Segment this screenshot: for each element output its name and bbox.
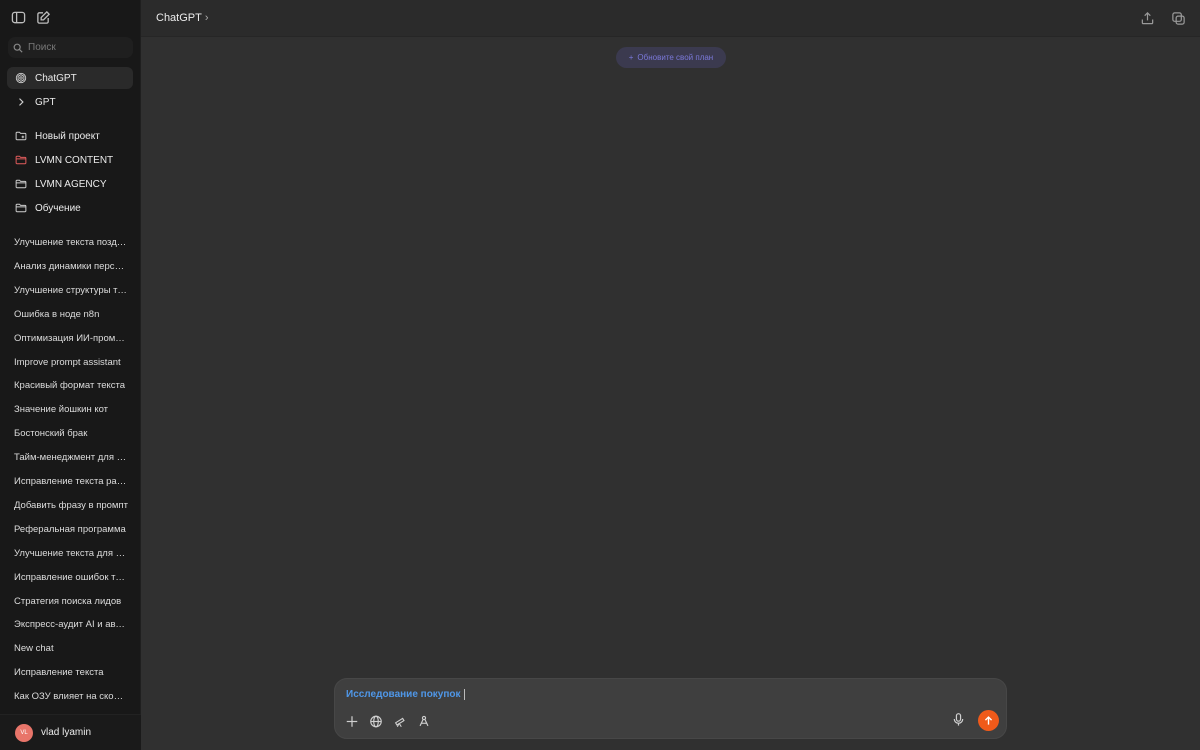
composer-tool-chip[interactable]: Исследование покупок bbox=[346, 689, 461, 700]
chat-history-item[interactable]: Оптимизация ИИ-промпта bbox=[14, 332, 128, 345]
chat-history-item[interactable]: Улучшение структуры текста bbox=[14, 284, 128, 297]
chevron-right-icon: › bbox=[204, 12, 209, 24]
chat-history-item[interactable]: Бостонский брак bbox=[14, 427, 128, 440]
folder-icon bbox=[14, 202, 27, 215]
share-icon[interactable] bbox=[1139, 10, 1155, 26]
composer-tools bbox=[345, 714, 431, 728]
composer-input[interactable]: Исследование покупок bbox=[346, 689, 465, 700]
chat-history-item[interactable]: Improve prompt assistant bbox=[14, 356, 128, 369]
temporary-chat-icon[interactable] bbox=[1170, 10, 1186, 26]
project-label: Новый проект bbox=[35, 130, 100, 142]
chat-history-item[interactable]: Улучшение текста поздравления bbox=[14, 236, 128, 249]
message-composer[interactable]: Исследование покупок bbox=[334, 678, 1007, 739]
chevron-right-icon bbox=[14, 96, 27, 109]
chat-history-item[interactable]: Стратегия поиска лидов bbox=[14, 595, 128, 608]
folder-icon bbox=[14, 178, 27, 191]
sidebar-top-bar bbox=[0, 0, 140, 34]
toggle-sidebar-icon[interactable] bbox=[10, 9, 26, 25]
model-name: ChatGPT bbox=[156, 12, 202, 24]
chat-history-item[interactable]: Красивый формат текста bbox=[14, 379, 128, 392]
new-chat-icon[interactable] bbox=[35, 9, 51, 25]
project-lvmn-content[interactable]: LVMN CONTENT bbox=[7, 149, 133, 171]
project-lvmn-agency[interactable]: LVMN AGENCY bbox=[7, 173, 133, 195]
plus-icon: + bbox=[628, 53, 634, 62]
avatar: VL bbox=[15, 723, 33, 742]
tools-icon[interactable] bbox=[417, 714, 431, 728]
openai-logo-icon bbox=[14, 72, 27, 85]
chat-history-item[interactable]: Исправление текста рассылки bbox=[14, 475, 128, 488]
chat-history-item[interactable]: Реферальная программа bbox=[14, 523, 128, 536]
project-label: Обучение bbox=[35, 202, 81, 214]
globe-icon[interactable] bbox=[369, 714, 383, 728]
telescope-icon[interactable] bbox=[393, 714, 407, 728]
folder-plus-icon bbox=[14, 130, 27, 143]
sidebar-item-label: GPT bbox=[35, 96, 56, 108]
header-actions bbox=[1139, 10, 1186, 26]
top-header: ChatGPT › bbox=[141, 0, 1200, 37]
arrow-up-icon bbox=[984, 716, 993, 725]
search-box[interactable] bbox=[8, 37, 133, 58]
chat-history-item[interactable]: Исправление текста bbox=[14, 666, 128, 679]
chat-history-item[interactable]: Исправление ошибок текста bbox=[14, 571, 128, 584]
sidebar: ChatGPT GPT Новый проект LVMN CONTENT LV… bbox=[0, 0, 141, 750]
project-new[interactable]: Новый проект bbox=[7, 125, 133, 147]
sidebar-item-chatgpt[interactable]: ChatGPT bbox=[7, 67, 133, 89]
send-button[interactable] bbox=[978, 710, 999, 731]
chat-history-item[interactable]: Значение йошкин кот bbox=[14, 403, 128, 416]
search-input[interactable] bbox=[28, 42, 128, 53]
plus-icon[interactable] bbox=[345, 714, 359, 728]
upgrade-plan-button[interactable]: + Обновите свой план bbox=[616, 47, 726, 68]
project-label: LVMN CONTENT bbox=[35, 154, 114, 166]
folder-icon bbox=[14, 154, 27, 167]
chat-history-item[interactable]: Улучшение текста для поста bbox=[14, 547, 128, 560]
chat-history-item[interactable]: New chat bbox=[14, 642, 128, 655]
sidebar-item-label: ChatGPT bbox=[35, 72, 77, 84]
chat-history-item[interactable]: Добавить фразу в промпт bbox=[14, 499, 128, 512]
upgrade-label: Обновите свой план bbox=[637, 53, 714, 62]
sidebar-item-gpt[interactable]: GPT bbox=[7, 91, 133, 113]
project-obuchenie[interactable]: Обучение bbox=[7, 197, 133, 219]
user-name: vlad lyamin bbox=[41, 727, 92, 738]
chat-history-item[interactable]: Анализ динамики персонала bbox=[14, 260, 128, 273]
user-account[interactable]: VL vlad lyamin bbox=[0, 714, 141, 750]
project-label: LVMN AGENCY bbox=[35, 178, 107, 190]
chat-history-item[interactable]: Экспресс-аудит AI и автоматизации bbox=[14, 618, 128, 631]
text-caret bbox=[463, 689, 465, 700]
model-selector[interactable]: ChatGPT › bbox=[156, 12, 209, 24]
search-icon bbox=[13, 43, 23, 53]
chat-history-item[interactable]: Ошибка в ноде n8n bbox=[14, 308, 128, 321]
microphone-icon[interactable] bbox=[950, 711, 966, 727]
chat-history-item[interactable]: Как ОЗУ влияет на скорость bbox=[14, 690, 128, 703]
chat-history-item[interactable]: Тайм-менеджмент для фрилансера bbox=[14, 451, 128, 464]
